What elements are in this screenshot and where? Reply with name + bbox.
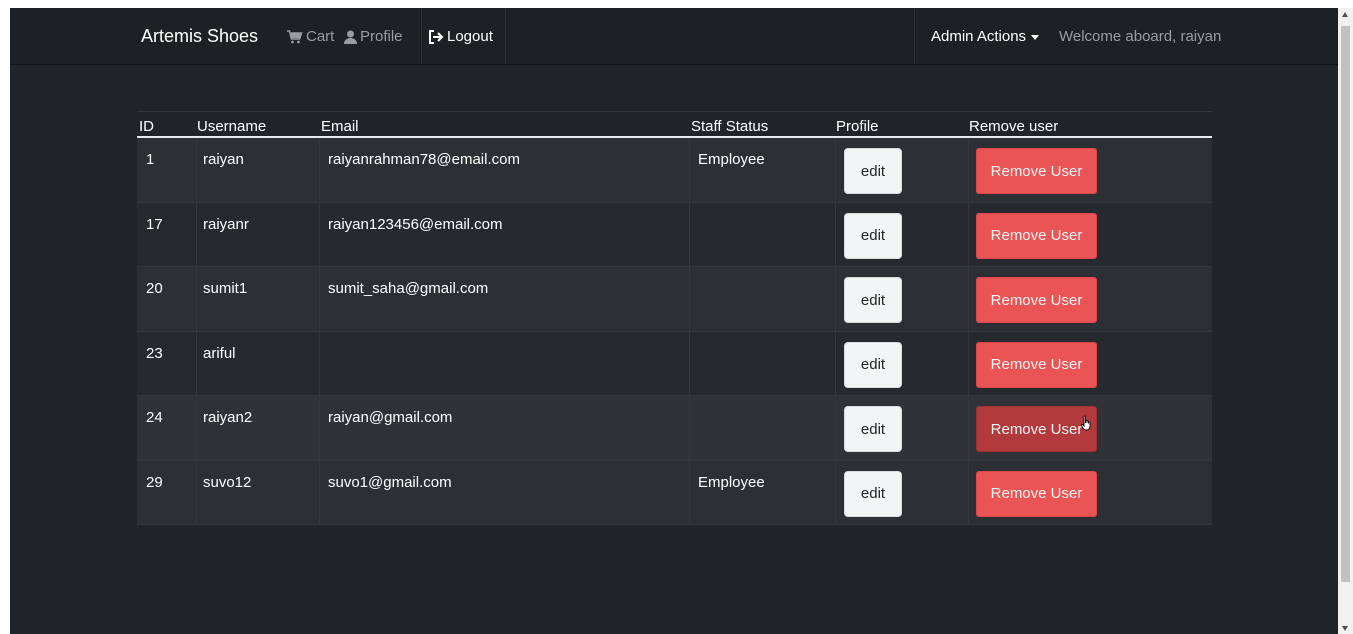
header-staff-status: Staff Status bbox=[691, 118, 769, 135]
nav-logout-link[interactable]: Logout bbox=[428, 28, 493, 45]
edit-button[interactable]: edit bbox=[844, 277, 902, 323]
users-table: ID Username Email Staff Status Profile R… bbox=[137, 111, 1212, 525]
remove-user-button[interactable]: Remove User bbox=[976, 212, 1097, 259]
admin-actions-label: Admin Actions bbox=[931, 28, 1027, 45]
edit-button[interactable]: edit bbox=[844, 148, 902, 194]
remove-user-button[interactable]: Remove User bbox=[976, 406, 1097, 452]
remove-user-button[interactable]: Remove User bbox=[976, 277, 1097, 323]
brand-logo[interactable]: Artemis Shoes bbox=[141, 26, 258, 47]
cell-email: suvo1@gmail.com bbox=[328, 473, 452, 491]
cell-email: raiyan123456@email.com bbox=[328, 215, 503, 233]
cell-username: sumit1 bbox=[203, 280, 248, 297]
cell-id: 24 bbox=[146, 409, 163, 426]
nav-profile-link[interactable]: Profile bbox=[344, 28, 403, 45]
header-id: ID bbox=[139, 118, 154, 135]
page-viewport: Artemis Shoes Cart Profile Logout Admin … bbox=[10, 8, 1338, 634]
cell-id: 20 bbox=[146, 280, 163, 297]
remove-user-button[interactable]: Remove User bbox=[976, 341, 1097, 388]
table-row: 23 ariful edit Remove User bbox=[137, 331, 1212, 396]
welcome-text: Welcome aboard, raiyan bbox=[1059, 28, 1222, 45]
cell-staff-status: Employee bbox=[698, 473, 765, 491]
table-row: 20 sumit1 sumit_saha@gmail.com edit Remo… bbox=[137, 267, 1212, 332]
cell-email: raiyanrahman78@email.com bbox=[328, 151, 520, 168]
admin-actions-dropdown[interactable]: Admin Actions bbox=[931, 28, 1040, 45]
caret-down-icon bbox=[1031, 34, 1040, 40]
cell-id: 23 bbox=[146, 344, 163, 362]
scrollbar-thumb[interactable] bbox=[1341, 26, 1350, 582]
cell-username: ariful bbox=[203, 344, 236, 362]
cart-icon bbox=[287, 29, 303, 44]
header-username: Username bbox=[197, 118, 267, 135]
navbar: Artemis Shoes Cart Profile Logout Admin … bbox=[10, 8, 1338, 65]
nav-profile-label: Profile bbox=[360, 28, 403, 45]
scroll-down-arrow-icon[interactable] bbox=[1342, 626, 1348, 631]
nav-logout-label: Logout bbox=[447, 28, 493, 45]
cell-username: suvo12 bbox=[203, 473, 252, 491]
vertical-scrollbar[interactable] bbox=[1338, 8, 1353, 634]
nav-divider bbox=[421, 8, 422, 64]
edit-button[interactable]: edit bbox=[844, 406, 902, 452]
edit-button[interactable]: edit bbox=[844, 341, 902, 388]
header-remove-user: Remove user bbox=[969, 118, 1059, 135]
edit-button[interactable]: edit bbox=[844, 470, 902, 517]
cell-id: 17 bbox=[146, 215, 163, 233]
table-row: 1 raiyan raiyanrahman78@email.com Employ… bbox=[137, 138, 1212, 203]
remove-user-button[interactable]: Remove User bbox=[976, 470, 1097, 517]
cell-id: 1 bbox=[146, 151, 155, 168]
cell-username: raiyan bbox=[203, 151, 244, 168]
scroll-up-arrow-icon[interactable] bbox=[1342, 12, 1348, 17]
header-profile: Profile bbox=[836, 118, 879, 135]
cell-email: sumit_saha@gmail.com bbox=[328, 280, 489, 297]
header-email: Email bbox=[321, 118, 359, 135]
nav-cart-link[interactable]: Cart bbox=[287, 28, 334, 45]
cell-id: 29 bbox=[146, 473, 163, 491]
nav-divider bbox=[914, 8, 915, 64]
table-row: 29 suvo12 suvo1@gmail.com Employee edit … bbox=[137, 460, 1212, 525]
cell-username: raiyanr bbox=[203, 215, 249, 233]
cell-username: raiyan2 bbox=[203, 409, 253, 426]
cell-email: raiyan@gmail.com bbox=[328, 409, 453, 426]
logout-icon bbox=[428, 29, 444, 44]
hand-pointer-icon bbox=[1080, 415, 1093, 435]
table-header: ID Username Email Staff Status Profile R… bbox=[137, 112, 1212, 138]
nav-cart-label: Cart bbox=[306, 28, 335, 45]
user-icon bbox=[344, 30, 357, 44]
table-row: 17 raiyanr raiyan123456@email.com edit R… bbox=[137, 202, 1212, 267]
remove-user-button[interactable]: Remove User bbox=[976, 148, 1097, 194]
table-row: 24 raiyan2 raiyan@gmail.com edit Remove … bbox=[137, 396, 1212, 461]
edit-button[interactable]: edit bbox=[844, 212, 902, 259]
cell-staff-status: Employee bbox=[698, 151, 765, 168]
nav-divider bbox=[505, 8, 506, 64]
